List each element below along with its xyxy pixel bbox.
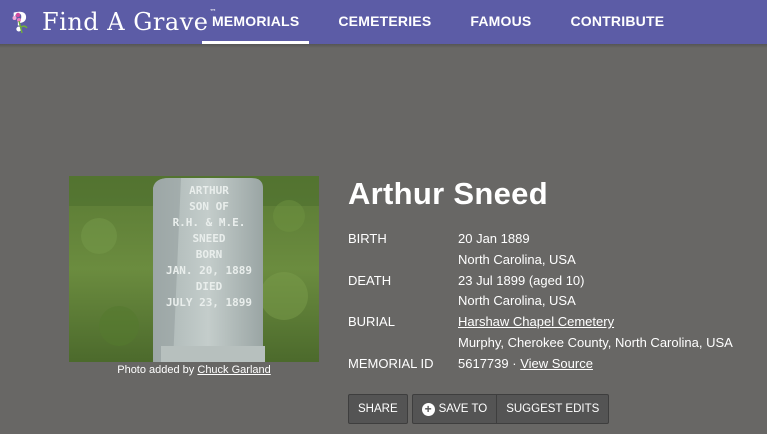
memorial-name: Arthur Sneed [348, 176, 548, 211]
nav-cemeteries[interactable]: CEMETERIES [328, 0, 441, 44]
memorial-id-label: MEMORIAL ID [348, 355, 434, 371]
inscription-line-2: SON OF [189, 200, 229, 213]
inscription-line-7: DIED [196, 280, 223, 293]
nav-memorials[interactable]: MEMORIALS [202, 0, 310, 44]
burial-label: BURIAL [348, 314, 395, 330]
memorial-photo[interactable]: ARTHUR SON OF R.H. & M.E. SNEED BORN JAN… [69, 176, 319, 362]
plus-circle-icon: + [421, 402, 435, 416]
photo-caption-prefix: Photo added by [117, 364, 195, 376]
inscription-line-4: SNEED [192, 232, 225, 245]
save-to-button[interactable]: + SAVE TO [411, 394, 498, 424]
death-label: DEATH [348, 272, 392, 288]
burial-place: Murphy, Cherokee County, North Carolina,… [458, 334, 733, 350]
memorial-id: 5617739 [458, 355, 509, 371]
nav-contribute[interactable]: CONTRIBUTE [560, 0, 674, 44]
photo-author-link[interactable]: Chuck Garland [197, 364, 270, 376]
memorial-facts: BIRTH 20 Jan 1889 North Carolina, USA DE… [348, 229, 733, 375]
birth-date: 20 Jan 1889 [458, 231, 530, 246]
inscription-line-5: BORN [196, 248, 223, 261]
view-source-link[interactable]: View Source [520, 356, 593, 371]
memorial-actions: SHARE + SAVE TO SUGGEST EDITS [348, 394, 610, 424]
death-place: North Carolina, USA [458, 293, 576, 309]
logo-flower-icon: ? [10, 7, 36, 38]
find-a-grave-logo[interactable]: ? Find A Grave™ [10, 4, 217, 40]
inscription-line-1: ARTHUR [189, 184, 229, 197]
save-suggest-group: + SAVE TO SUGGEST EDITS [411, 394, 610, 424]
main-nav: MEMORIALS CEMETERIES FAMOUS CONTRIBUTE [202, 0, 674, 44]
burial-cemetery-link[interactable]: Harshaw Chapel Cemetery [458, 314, 614, 329]
inscription-line-3: R.H. & M.E. [173, 216, 246, 229]
share-button[interactable]: SHARE [348, 394, 408, 424]
birth-label: BIRTH [348, 231, 387, 246]
logo-text: Find A Grave™ [42, 8, 217, 36]
top-navigation-bar: ? Find A Grave™ MEMORIALS CEMETERIES FAM… [0, 0, 767, 44]
death-date: 23 Jul 1899 (aged 10) [458, 272, 585, 288]
photo-caption: Photo added by Chuck Garland [69, 364, 319, 376]
inscription-line-6: JAN. 20, 1889 [166, 264, 252, 277]
inscription-line-8: JULY 23, 1899 [166, 296, 252, 309]
header-shadow [0, 44, 767, 48]
memorial-id-separator: · [508, 355, 521, 371]
nav-famous[interactable]: FAMOUS [460, 0, 541, 44]
birth-place: North Carolina, USA [458, 251, 576, 267]
suggest-edits-button[interactable]: SUGGEST EDITS [497, 394, 610, 424]
save-to-label: SAVE TO [438, 403, 488, 415]
